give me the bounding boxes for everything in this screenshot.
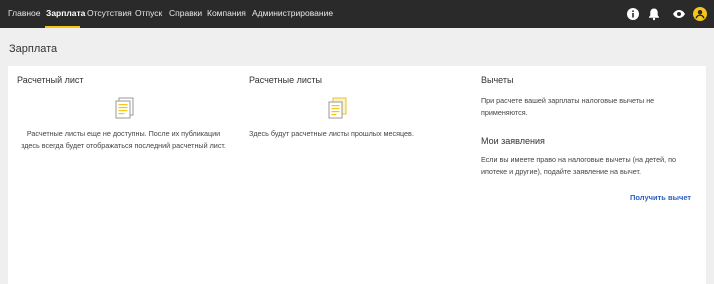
documents-stack-icon — [328, 97, 348, 119]
deductions-title: Вычеты — [481, 75, 514, 85]
document-icon — [115, 97, 135, 119]
active-tab-indicator — [45, 26, 80, 28]
content-card: Расчетный лист Расчетные листы еще не до… — [8, 66, 706, 284]
nav-item-main[interactable]: Главное — [8, 8, 40, 19]
nav-item-company[interactable]: Компания — [207, 8, 246, 19]
page-title: Зарплата — [9, 43, 58, 55]
avatar-icon[interactable] — [693, 7, 707, 21]
nav-item-vacation[interactable]: Отпуск — [135, 8, 162, 19]
nav-item-admin[interactable]: Администрирование — [252, 8, 333, 19]
payslips-text: Здесь будут расчетные листы прошлых меся… — [249, 129, 414, 138]
bell-icon[interactable] — [647, 7, 661, 21]
nav-item-certificates[interactable]: Справки — [169, 8, 202, 19]
payslips-title: Расчетные листы — [249, 75, 322, 85]
get-deduction-link[interactable]: Получить вычет — [630, 193, 691, 202]
payslip-text: Расчетные листы еще не доступны. После и… — [21, 129, 226, 150]
applications-text: Если вы имеете право на налоговые вычеты… — [481, 155, 677, 176]
nav-item-absences[interactable]: Отсутствия — [87, 8, 132, 19]
deductions-text: При расчете вашей зарплаты налоговые выч… — [481, 96, 655, 117]
nav-item-salary[interactable]: Зарплата — [46, 8, 85, 19]
top-nav-bar: Главное Зарплата Отсутствия Отпуск Справ… — [0, 0, 714, 28]
eye-icon[interactable] — [672, 7, 686, 21]
info-icon[interactable] — [626, 7, 640, 21]
payslip-title: Расчетный лист — [17, 75, 84, 85]
applications-title: Мои заявления — [481, 136, 545, 146]
